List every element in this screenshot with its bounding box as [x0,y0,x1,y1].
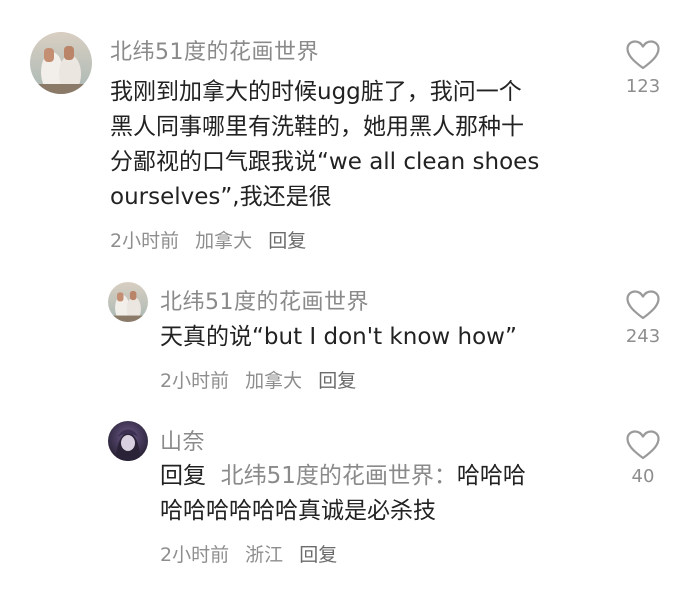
avatar-photo [30,32,92,94]
avatar[interactable] [30,32,92,94]
comment-meta: 2小时前 加拿大 回复 [160,366,366,393]
avatar[interactable] [108,282,148,322]
comment-text-line: 回复 北纬51度的花画世界：哈哈哈 [160,459,526,494]
like-count: 243 [625,326,661,347]
reply-button[interactable]: 回复 [299,544,337,566]
comment-text-line: 哈哈哈哈哈哈真诚是必杀技 [160,498,436,524]
heart-outline-icon [626,430,660,460]
comment-time: 2小时前 [110,230,180,252]
like-button[interactable]: 40 [613,430,673,487]
comment-text-line: 黑人同事哪里有洗鞋的，她用黑人那种十 [110,114,524,140]
comment-meta: 2小时前 浙江 回复 [160,540,347,567]
comment-time: 2小时前 [160,370,230,392]
comment-text-line: 我刚到加拿大的时候ugg脏了，我问一个 [110,79,522,105]
comment-location: 加拿大 [195,230,253,252]
avatar[interactable] [108,421,148,461]
comment-text: 我刚到加拿大的时候ugg脏了，我问一个 黑人同事哪里有洗鞋的，她用黑人那种十 分… [110,75,539,215]
comment-text-line: 分鄙视的口气跟我说“we all clean shoes [110,149,540,175]
comment-location: 加拿大 [245,370,303,392]
comment-time: 2小时前 [160,544,230,566]
like-count: 123 [625,76,661,97]
comment-author[interactable]: 北纬51度的花画世界 [160,284,369,316]
reply-target-author[interactable]: 北纬51度的花画世界： [221,463,457,489]
reply-button[interactable]: 回复 [318,370,356,392]
like-button[interactable]: 123 [613,40,673,97]
comment-author[interactable]: 山奈 [160,424,205,456]
reply-button[interactable]: 回复 [268,230,306,252]
comment-text-line: ourselves”,我还是很 [110,184,332,210]
avatar-photo [108,421,148,461]
comment-meta: 2小时前 加拿大 回复 [110,226,316,253]
like-button[interactable]: 243 [613,290,673,347]
like-count: 40 [631,466,655,487]
comment-location: 浙江 [245,544,284,566]
comment-text-segment: 哈哈哈 [456,463,526,489]
avatar-photo [108,282,148,322]
comment-text: 天真的说“but I don't know how” [160,320,517,355]
heart-outline-icon [626,40,660,70]
comment-author[interactable]: 北纬51度的花画世界 [110,34,319,66]
comment-text: 回复 北纬51度的花画世界：哈哈哈 哈哈哈哈哈哈真诚是必杀技 [160,459,526,529]
heart-outline-icon [626,290,660,320]
reply-prefix: 回复 [160,463,206,489]
comment-text-line: 天真的说“but I don't know how” [160,324,517,350]
